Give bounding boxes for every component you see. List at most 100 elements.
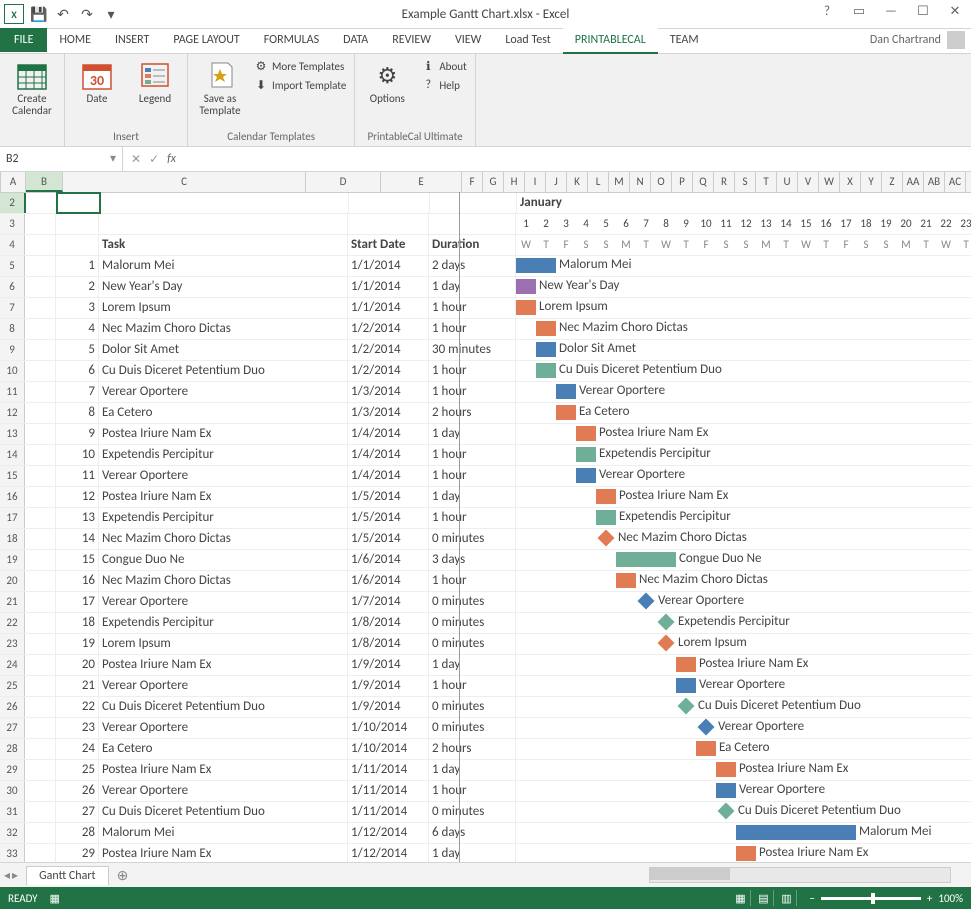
row-header[interactable]: 27 [0, 718, 25, 738]
task-duration[interactable]: 2 hours [429, 739, 516, 759]
cell[interactable] [25, 214, 56, 234]
normal-view-icon[interactable]: ▦ [730, 890, 751, 906]
column-header[interactable]: Z [882, 172, 903, 192]
row-header[interactable]: 8 [0, 319, 25, 339]
cancel-formula-icon[interactable]: ✕ [131, 152, 141, 167]
column-header[interactable]: X [840, 172, 861, 192]
cell[interactable] [25, 592, 56, 612]
task-name[interactable]: Expetendis Percipitur [99, 508, 348, 528]
cell[interactable] [25, 382, 56, 402]
task-duration[interactable]: 1 hour [429, 445, 516, 465]
task-duration[interactable]: 1 hour [429, 298, 516, 318]
task-duration[interactable]: 0 minutes [429, 634, 516, 654]
about-button[interactable]: ℹ About [417, 57, 470, 75]
task-start-date[interactable]: 1/10/2014 [348, 739, 429, 759]
task-number[interactable]: 3 [56, 298, 99, 318]
task-duration[interactable]: 1 day [429, 487, 516, 507]
column-header[interactable]: A [966, 172, 971, 192]
cell[interactable] [25, 424, 56, 444]
cell[interactable] [25, 277, 56, 297]
ribbon-tab-review[interactable]: REVIEW [380, 28, 443, 52]
redo-icon[interactable]: ↷ [76, 3, 98, 25]
task-name[interactable]: Expetendis Percipitur [99, 445, 348, 465]
row-header[interactable]: 6 [0, 277, 25, 297]
task-name[interactable]: New Year's Day [99, 277, 348, 297]
row-header[interactable]: 17 [0, 508, 25, 528]
cell[interactable] [430, 193, 517, 213]
task-duration[interactable]: 0 minutes [429, 697, 516, 717]
task-name[interactable]: Postea Iriure Nam Ex [99, 487, 348, 507]
task-number[interactable]: 25 [56, 760, 99, 780]
spreadsheet-grid[interactable]: ABCDEFGHIJKLMNOPQRSTUVWXYZAAABACA 2Janua… [0, 172, 971, 862]
cell[interactable] [25, 844, 56, 862]
task-name[interactable]: Lorem Ipsum [99, 634, 348, 654]
cell[interactable] [25, 655, 56, 675]
selected-cell[interactable] [57, 193, 100, 213]
task-number[interactable]: 24 [56, 739, 99, 759]
task-number[interactable]: 14 [56, 529, 99, 549]
sheet-tab-active[interactable]: Gantt Chart [26, 866, 109, 885]
task-name[interactable]: Lorem Ipsum [99, 298, 348, 318]
column-header[interactable]: E [381, 172, 462, 192]
task-duration[interactable]: 0 minutes [429, 592, 516, 612]
ribbon-tab-load-test[interactable]: Load Test [493, 28, 562, 52]
task-number[interactable]: 12 [56, 487, 99, 507]
task-start-date[interactable]: 1/2/2014 [348, 340, 429, 360]
row-header[interactable]: 9 [0, 340, 25, 360]
fx-icon[interactable]: fx [167, 152, 176, 166]
column-header[interactable]: C [63, 172, 306, 192]
task-name[interactable]: Ea Cetero [99, 403, 348, 423]
task-duration[interactable]: 2 hours [429, 403, 516, 423]
row-header[interactable]: 23 [0, 634, 25, 654]
task-name[interactable]: Dolor Sit Amet [99, 340, 348, 360]
task-start-date[interactable]: 1/1/2014 [348, 298, 429, 318]
task-number[interactable]: 23 [56, 718, 99, 738]
column-header[interactable]: N [630, 172, 651, 192]
row-header[interactable]: 31 [0, 802, 25, 822]
task-number[interactable]: 11 [56, 466, 99, 486]
ribbon-tab-view[interactable]: VIEW [443, 28, 493, 52]
task-name[interactable]: Expetendis Percipitur [99, 613, 348, 633]
task-name[interactable]: Postea Iriure Nam Ex [99, 655, 348, 675]
task-duration[interactable]: 0 minutes [429, 613, 516, 633]
column-header[interactable]: U [777, 172, 798, 192]
user-account[interactable]: Dan Chartrand [870, 31, 965, 49]
column-header[interactable]: H [504, 172, 525, 192]
ribbon-tab-team[interactable]: TEAM [658, 28, 711, 52]
task-number[interactable]: 5 [56, 340, 99, 360]
column-header[interactable]: J [546, 172, 567, 192]
task-name[interactable]: Postea Iriure Nam Ex [99, 844, 348, 862]
cell[interactable] [99, 214, 348, 234]
ribbon-tab-data[interactable]: DATA [331, 28, 380, 52]
cell[interactable] [56, 214, 99, 234]
cell[interactable] [25, 361, 56, 381]
task-duration[interactable]: 1 hour [429, 676, 516, 696]
ribbon-tab-file[interactable]: FILE [0, 28, 47, 52]
zoom-out-icon[interactable]: − [809, 892, 814, 905]
task-start-date[interactable]: 1/11/2014 [348, 781, 429, 801]
insert-date-button[interactable]: 30 Date [69, 57, 125, 107]
column-header[interactable]: I [525, 172, 546, 192]
row-header[interactable]: 20 [0, 571, 25, 591]
row-header[interactable]: 21 [0, 592, 25, 612]
undo-icon[interactable]: ↶ [52, 3, 74, 25]
cell[interactable] [25, 256, 56, 276]
row-header[interactable]: 2 [0, 193, 26, 213]
task-number[interactable]: 10 [56, 445, 99, 465]
cell[interactable] [25, 340, 56, 360]
row-header[interactable]: 3 [0, 214, 25, 234]
task-duration[interactable]: 1 day [429, 424, 516, 444]
task-number[interactable]: 27 [56, 802, 99, 822]
row-header[interactable]: 24 [0, 655, 25, 675]
cell[interactable] [56, 235, 99, 255]
column-header[interactable]: AC [945, 172, 966, 192]
help-icon[interactable]: ? [811, 0, 843, 22]
task-start-date[interactable]: 1/1/2014 [348, 256, 429, 276]
task-duration[interactable]: 0 minutes [429, 718, 516, 738]
task-number[interactable]: 18 [56, 613, 99, 633]
task-duration[interactable]: 1 hour [429, 508, 516, 528]
cell[interactable] [25, 466, 56, 486]
task-name[interactable]: Postea Iriure Nam Ex [99, 760, 348, 780]
task-name[interactable]: Nec Mazim Choro Dictas [99, 529, 348, 549]
zoom-in-icon[interactable]: + [927, 892, 932, 905]
